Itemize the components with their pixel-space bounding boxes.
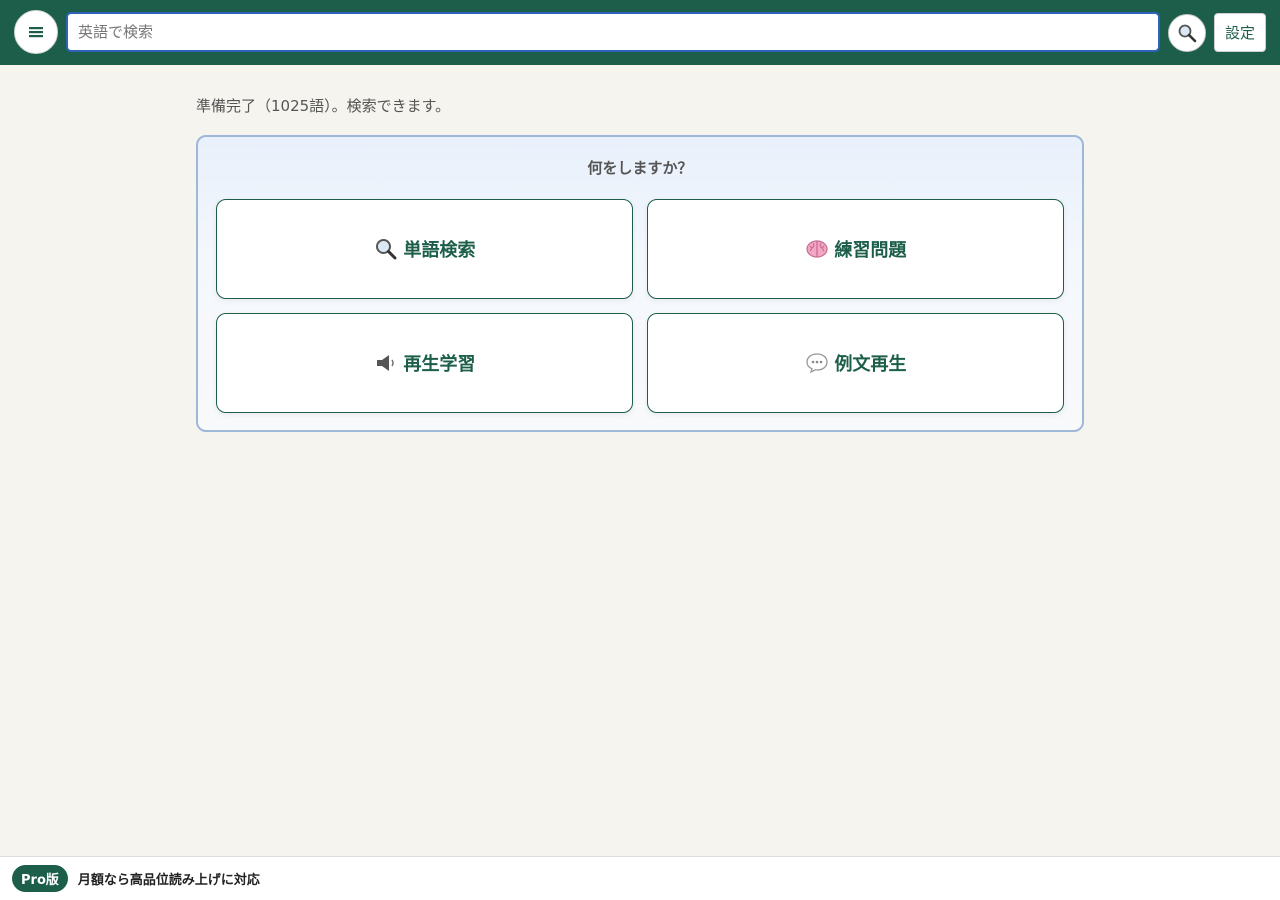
speaker-icon [374,351,398,375]
action-panel: 何をしますか？ 単語検索 練習問題 再生学習 例文再生 [196,135,1084,432]
menu-button[interactable] [14,10,58,54]
playback-study-button[interactable]: 再生学習 [216,313,633,413]
panel-title: 何をしますか？ [587,159,693,177]
settings-button[interactable]: 設定 [1214,13,1266,52]
speech-bubble-icon [805,351,829,375]
pro-badge[interactable]: Pro版 [12,865,68,892]
top-bar: 設定 [0,0,1280,65]
action-label: 単語検索 [403,240,476,261]
footer-bar: Pro版 月額なら高品位読み上げに対応 [0,856,1280,900]
word-search-button[interactable]: 単語検索 [216,199,633,299]
action-label: 再生学習 [403,354,476,375]
search-input[interactable] [66,12,1160,52]
action-label: 例文再生 [834,354,907,375]
magnifier-icon [374,237,398,261]
footer-text: 月額なら高品位読み上げに対応 [77,873,260,888]
brain-icon [805,237,829,261]
search-button[interactable] [1168,14,1206,52]
example-sentence-playback-button[interactable]: 例文再生 [647,313,1064,413]
hamburger-icon [29,27,43,38]
status-text: 準備完了（1025語）。検索できます。 [196,97,451,115]
action-label: 練習問題 [834,240,907,261]
magnifier-icon [1178,24,1197,43]
practice-quiz-button[interactable]: 練習問題 [647,199,1064,299]
